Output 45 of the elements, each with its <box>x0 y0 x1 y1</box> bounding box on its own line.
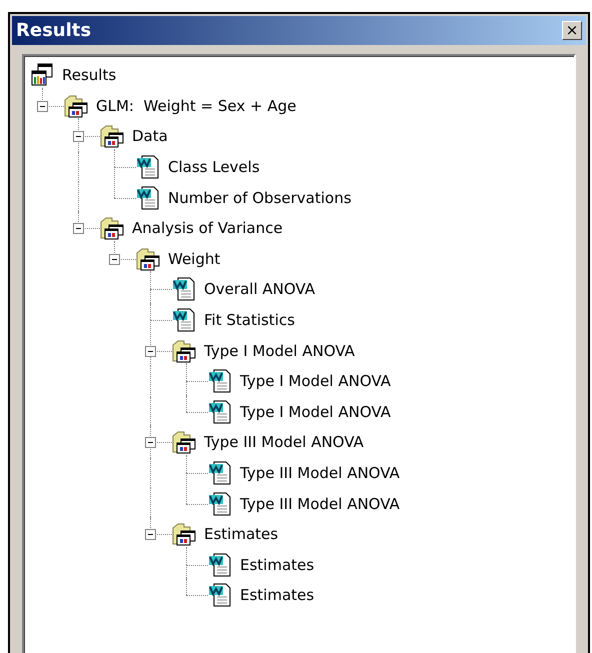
folder-icon <box>64 94 88 118</box>
tree-item[interactable]: Class Levels <box>168 158 260 176</box>
document-icon <box>208 369 232 394</box>
tree-item[interactable]: Type III Model ANOVA <box>240 494 400 513</box>
tree-item[interactable]: Estimates <box>204 525 278 544</box>
tree-item[interactable]: Type III Model ANOVA <box>204 433 364 452</box>
collapse-toggle[interactable] <box>73 223 84 234</box>
document-icon <box>208 583 232 608</box>
folder-icon <box>100 124 124 148</box>
tree-item[interactable]: Data <box>132 127 168 146</box>
window-title: Results <box>16 20 92 41</box>
collapse-toggle[interactable] <box>145 437 156 448</box>
close-button[interactable]: × <box>562 21 582 40</box>
document-icon <box>208 552 232 577</box>
document-icon <box>136 155 160 180</box>
tree-item[interactable]: Analysis of Variance <box>132 219 283 238</box>
document-icon <box>208 400 232 424</box>
tree-item[interactable]: GLM: Weight = Sex + Age <box>96 96 296 115</box>
folder-icon <box>172 522 196 546</box>
document-icon <box>208 492 232 516</box>
folder-icon <box>172 338 196 363</box>
tree-item[interactable]: Fit Statistics <box>204 311 295 330</box>
tree-item[interactable]: Estimates <box>240 556 314 574</box>
document-icon <box>208 461 232 486</box>
tree-item[interactable]: Type III Model ANOVA <box>240 464 400 482</box>
collapse-toggle[interactable] <box>37 100 48 112</box>
collapse-toggle[interactable] <box>145 529 156 540</box>
tree-item[interactable]: Overall ANOVA <box>204 280 315 298</box>
folder-icon <box>100 216 124 240</box>
tree-item[interactable]: Type I Model ANOVA <box>240 372 391 390</box>
collapse-toggle[interactable] <box>73 131 84 142</box>
document-icon <box>172 308 196 332</box>
document-icon <box>172 277 196 302</box>
tree-item[interactable]: Weight <box>168 250 220 268</box>
collapse-toggle[interactable] <box>145 346 156 357</box>
tree-item[interactable]: Type I Model ANOVA <box>204 342 355 360</box>
tree-item[interactable]: Estimates <box>240 586 314 604</box>
tree-item[interactable]: Number of Observations <box>168 188 352 207</box>
tree-item[interactable]: Results <box>62 66 116 84</box>
collapse-toggle[interactable] <box>109 254 120 265</box>
folder-icon <box>136 246 160 271</box>
folder-icon <box>172 430 196 454</box>
tree-item[interactable]: Type I Model ANOVA <box>240 402 391 421</box>
document-icon <box>136 186 160 210</box>
results-window-icon <box>30 63 54 88</box>
